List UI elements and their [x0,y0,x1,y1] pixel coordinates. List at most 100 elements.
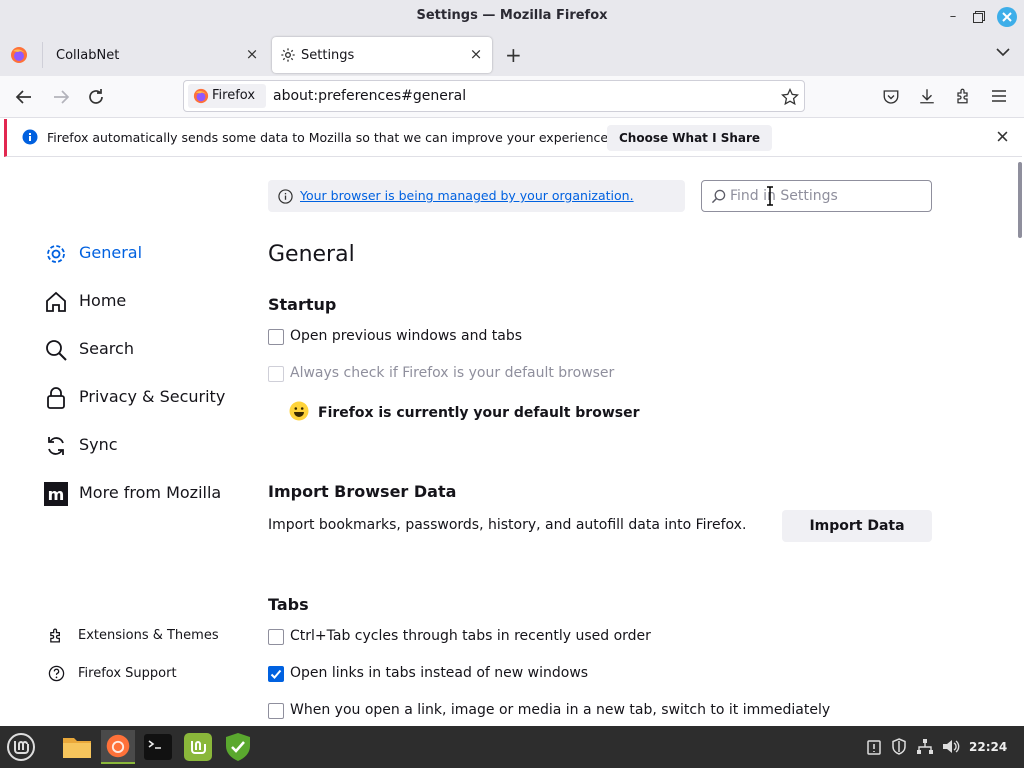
footer-label: Extensions & Themes [78,628,219,643]
extensions-puzzle-icon [50,628,60,643]
new-tab-button[interactable]: + [505,43,522,67]
close-notification-icon[interactable] [997,131,1008,142]
text-cursor-icon [767,186,773,206]
window-title: Settings — Mozilla Firefox [416,8,608,23]
mint-menu-button[interactable] [4,730,38,764]
firefox-view-button[interactable] [10,46,28,64]
home-icon [46,291,66,312]
restore-icon [973,11,985,23]
firefox-launcher[interactable] [101,730,135,764]
clock[interactable]: 22:24 [969,740,1007,754]
files-launcher[interactable] [60,730,94,764]
info-icon [22,129,38,145]
category-label: Sync [79,435,118,454]
network-icon[interactable] [916,738,934,755]
terminal-icon [144,734,172,760]
category-label: More from Mozilla [79,483,222,502]
tab-settings[interactable]: Settings × [272,37,492,73]
default-browser-status-text: Firefox is currently your default browse… [318,405,640,421]
tab-strip: CollabNet × Settings × + [0,34,1024,76]
close-tab-icon[interactable]: × [243,45,261,63]
page-scrollbar[interactable] [1018,162,1022,238]
page-title: General [268,242,355,267]
system-taskbar: 22:24 [0,726,1024,768]
url-bar[interactable]: Firefox about:preferences#general [183,80,805,112]
checkbox-box[interactable] [268,329,284,345]
footer-label: Firefox Support [78,666,177,681]
choose-what-i-share-button[interactable]: Choose What I Share [607,125,773,151]
checkbox-label: When you open a link, image or media in … [290,702,831,718]
linux-mint-logo-icon [7,733,35,761]
volume-icon[interactable] [942,738,960,755]
window-titlebar: Settings — Mozilla Firefox – [0,0,1024,34]
extensions-puzzle-icon[interactable] [955,87,973,105]
back-arrow-icon [15,90,31,104]
close-window-button[interactable] [997,7,1017,27]
identity-label: Firefox [212,88,256,103]
checkbox-box[interactable] [268,366,284,382]
import-data-button[interactable]: Import Data [782,510,932,542]
minimize-button[interactable]: – [943,7,963,27]
checkbox-label: Open previous windows and tabs [290,328,523,344]
checkbox-box[interactable] [268,666,284,682]
help-icon [48,665,65,682]
update-manager-launcher[interactable] [221,730,255,764]
shield-icon [226,733,250,761]
reload-icon [89,89,103,104]
forward-button[interactable] [50,86,72,108]
lock-icon [47,387,65,409]
tabs-heading: Tabs [268,595,309,614]
hamburger-menu-icon[interactable] [991,88,1007,104]
preferences-page: Your browser is being managed by your or… [0,158,1024,726]
back-button[interactable] [13,86,35,108]
data-reporting-notification: Firefox automatically sends some data to… [4,119,1022,157]
category-label: Search [79,339,134,358]
search-placeholder: Find in Settings [730,188,838,204]
category-label: Home [79,291,127,310]
tab-label: CollabNet [56,48,120,63]
terminal-launcher[interactable] [141,730,175,764]
notification-message: Firefox automatically sends some data to… [47,130,613,145]
checkbox-label: Always check if Firefox is your default … [290,365,615,381]
navigation-toolbar: Firefox about:preferences#general [0,76,1024,118]
gear-icon [281,48,295,62]
bookmark-star-icon[interactable] [781,88,799,106]
search-icon [711,189,726,204]
checkbox-box[interactable] [268,629,284,645]
startup-heading: Startup [268,295,337,314]
search-icon [46,340,67,361]
category-label: General [79,243,143,262]
restore-button[interactable] [969,7,989,27]
smiley-face-icon [289,401,309,421]
tab-label: Settings [301,48,355,63]
checkbox-label: Ctrl+Tab cycles through tabs in recently… [290,628,651,644]
identity-box[interactable]: Firefox [188,84,266,108]
checkbox-box[interactable] [268,703,284,719]
clipboard-icon[interactable] [866,739,882,755]
firefox-logo-icon [11,47,27,63]
list-all-tabs-button[interactable] [995,44,1011,64]
url-input[interactable]: about:preferences#general [273,88,466,104]
mozilla-logo-icon: m [44,482,68,506]
sync-icon [48,437,64,455]
firefox-logo-icon [106,734,130,758]
checkbox-label: Open links in tabs instead of new window… [290,665,589,681]
folder-icon [63,738,91,758]
downloads-icon[interactable] [918,87,936,105]
reload-button[interactable] [85,86,107,108]
pocket-icon[interactable] [882,88,900,106]
mintinstall-launcher[interactable] [181,730,215,764]
tab-collabnet[interactable]: CollabNet × [46,37,266,73]
category-label: Privacy & Security [79,387,226,406]
forward-arrow-icon [54,90,70,104]
close-tab-icon[interactable]: × [467,45,485,63]
search-settings-input[interactable]: Find in Settings [701,180,932,212]
managed-by-organization-link[interactable]: Your browser is being managed by your or… [300,188,634,203]
tab-separator [42,42,43,68]
gear-icon [47,245,65,263]
close-icon [1002,12,1012,22]
security-shield-icon[interactable] [891,738,907,755]
software-manager-icon [184,733,212,761]
chevron-down-icon [996,48,1010,57]
import-description: Import bookmarks, passwords, history, an… [268,517,747,533]
